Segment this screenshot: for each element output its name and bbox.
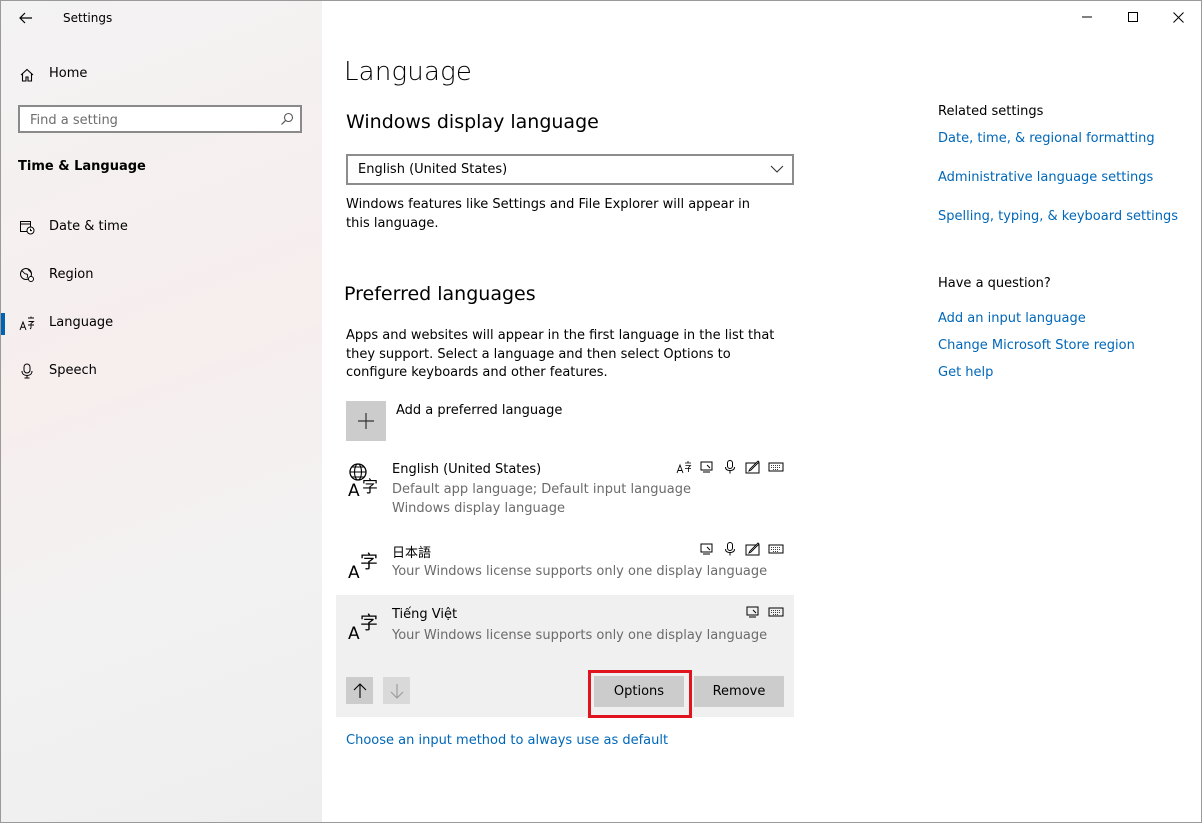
svg-text:字: 字	[360, 613, 378, 634]
sidebar-item-label: Speech	[49, 363, 97, 378]
sidebar-item-speech[interactable]: Speech	[1, 351, 322, 391]
sidebar-item-date-time[interactable]: Date & time	[1, 207, 322, 247]
language-name: 日本語	[392, 546, 432, 561]
language-desc: Default app language; Default input lang…	[392, 482, 691, 497]
highlight-box	[588, 670, 692, 718]
maximize-button[interactable]	[1110, 1, 1156, 33]
sidebar-item-label: Date & time	[49, 219, 128, 234]
move-down-button[interactable]	[383, 677, 410, 704]
language-desc: Your Windows license supports only one d…	[392, 564, 768, 579]
add-language-label: Add a preferred language	[396, 403, 563, 418]
handwriting-icon	[745, 542, 760, 556]
speech-icon	[725, 460, 735, 474]
nav-home[interactable]: Home	[1, 59, 322, 91]
help-link-store-region[interactable]: Change Microsoft Store region	[938, 338, 1135, 353]
nav-section-title: Time & Language	[18, 159, 146, 174]
maximize-icon	[1128, 12, 1138, 22]
add-language-button[interactable]: Add a preferred language	[346, 401, 786, 441]
svg-text:A: A	[348, 481, 360, 498]
sidebar-item-region[interactable]: Region	[1, 255, 322, 295]
question-heading: Have a question?	[938, 276, 1051, 291]
language-pack-icon: A 字	[348, 552, 378, 580]
related-link-admin-language[interactable]: Administrative language settings	[938, 170, 1153, 185]
chevron-down-icon	[770, 165, 784, 173]
text-to-speech-icon	[746, 606, 759, 618]
display-language-dropdown[interactable]: English (United States)	[346, 154, 794, 185]
language-item-english[interactable]: A 字 English (United States) Default app …	[336, 454, 794, 526]
display-language-value: English (United States)	[358, 162, 508, 177]
back-arrow-icon	[19, 12, 32, 24]
help-link-get-help[interactable]: Get help	[938, 365, 993, 380]
display-language-note: Windows features like Settings and File …	[346, 197, 750, 231]
home-icon	[20, 68, 34, 82]
svg-text:字: 字	[362, 477, 378, 496]
nav-pane: Settings Home Time & Language Date & tim…	[1, 1, 322, 822]
preferred-languages-note: Apps and websites will appear in the fir…	[346, 328, 775, 380]
sidebar-item-language[interactable]: Language	[1, 303, 322, 343]
main-pane: Language Windows display language Englis…	[322, 1, 1201, 822]
language-pack-globe-icon: A 字	[348, 463, 378, 498]
remove-button[interactable]: Remove	[694, 676, 784, 707]
language-name: English (United States)	[392, 462, 542, 477]
app-title: Settings	[63, 11, 113, 25]
language-name: Tiếng Việt	[392, 607, 458, 622]
text-to-speech-icon	[700, 461, 713, 473]
speech-icon	[725, 542, 735, 556]
arrow-down-icon	[390, 683, 403, 699]
globe-region-icon	[20, 268, 34, 282]
minimize-button[interactable]	[1064, 1, 1110, 33]
display-language-heading: Windows display language	[346, 111, 599, 133]
related-link-regional-formatting[interactable]: Date, time, & regional formatting	[938, 131, 1155, 146]
related-link-spelling-typing[interactable]: Spelling, typing, & keyboard settings	[938, 209, 1178, 224]
search-input[interactable]	[28, 110, 272, 130]
sidebar-item-label: Language	[49, 315, 114, 330]
search-box[interactable]	[18, 105, 302, 133]
arrow-up-icon	[353, 682, 366, 698]
language-features	[745, 605, 784, 619]
back-button[interactable]	[11, 5, 41, 31]
calendar-clock-icon	[20, 221, 35, 235]
close-button[interactable]	[1155, 1, 1201, 33]
minimize-icon	[1082, 16, 1092, 18]
preferred-languages-heading: Preferred languages	[344, 283, 536, 305]
language-pack-icon: A 字	[348, 613, 378, 641]
handwriting-icon	[745, 460, 760, 474]
svg-text:字: 字	[360, 552, 378, 573]
language-features	[699, 542, 784, 556]
plus-icon	[346, 401, 386, 441]
language-features	[676, 460, 784, 474]
sidebar-item-label: Region	[49, 267, 94, 282]
language-icon	[19, 316, 35, 331]
keyboard-icon	[768, 462, 784, 472]
settings-window: Settings Home Time & Language Date & tim…	[0, 0, 1202, 823]
related-settings-heading: Related settings	[938, 104, 1044, 119]
close-icon	[1172, 11, 1184, 23]
page-title: Language	[344, 57, 473, 87]
svg-text:A: A	[348, 563, 360, 580]
language-item-japanese[interactable]: A 字 日本語 Your Windows license supports on…	[336, 536, 794, 586]
display-language-icon	[676, 461, 692, 474]
input-method-link[interactable]: Choose an input method to always use as …	[346, 733, 668, 748]
nav-home-label: Home	[49, 66, 88, 81]
search-icon	[281, 112, 294, 125]
language-desc: Windows display language	[392, 501, 565, 516]
keyboard-icon	[768, 544, 784, 554]
microphone-icon	[21, 363, 33, 379]
keyboard-icon	[768, 607, 784, 617]
help-link-add-input-language[interactable]: Add an input language	[938, 311, 1086, 326]
svg-text:A: A	[348, 624, 360, 641]
language-desc: Your Windows license supports only one d…	[392, 628, 768, 643]
move-up-button[interactable]	[346, 677, 373, 704]
text-to-speech-icon	[700, 543, 713, 555]
